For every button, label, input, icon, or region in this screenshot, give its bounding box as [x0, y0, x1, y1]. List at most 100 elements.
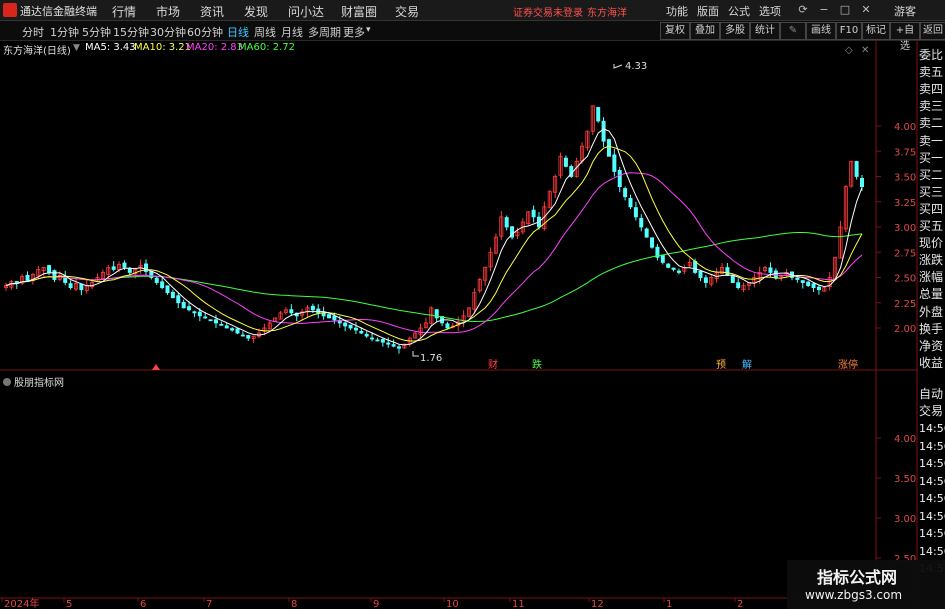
side-panel-label: 买五	[919, 219, 944, 233]
y-axis-sub: 4.003.503.002.50	[876, 434, 916, 565]
side-panel-label: 买一	[919, 150, 944, 165]
x-tick-label: 8	[291, 599, 297, 609]
side-panel-label: 卖五	[919, 65, 944, 80]
candle-body	[596, 107, 601, 122]
x-tick-label: 2	[737, 599, 743, 609]
indicator-toggle-icon[interactable]	[3, 378, 11, 386]
stock-name-title: 东方海洋	[587, 8, 627, 19]
candle-body	[364, 333, 369, 337]
y-tick-label: 3.00	[894, 223, 916, 234]
close-chart-icon[interactable]: ✕	[861, 45, 869, 56]
event-marker[interactable]: 跌	[532, 358, 542, 371]
side-panel-label: 净资	[919, 338, 944, 353]
tab-daily[interactable]: 日线	[227, 24, 249, 40]
candle-body	[660, 255, 665, 263]
menu-item-wealth[interactable]: 财富圈	[341, 3, 377, 20]
menu-item-news[interactable]: 资讯	[200, 3, 224, 20]
side-panel-label: 卖三	[919, 99, 944, 114]
high-marker-arrow	[613, 64, 623, 69]
candle-body	[504, 217, 509, 228]
dividend-marker-icon[interactable]	[152, 364, 160, 370]
ma5-value: MA5: 3.43	[85, 42, 136, 53]
tab-60min[interactable]: 60分钟	[187, 24, 223, 40]
tab-1min[interactable]: 1分钟	[50, 24, 79, 40]
login-status[interactable]: 证券交易未登录	[513, 4, 583, 19]
tab-monthly[interactable]: 月线	[281, 24, 303, 40]
candle-body	[854, 161, 859, 177]
menu-item-formula[interactable]: 公式	[728, 3, 750, 19]
candle-body	[730, 275, 735, 283]
multi-stock-button[interactable]: 多股	[720, 22, 750, 40]
tab-multi-period[interactable]: 多周期	[308, 24, 341, 40]
tab-30min[interactable]: 30分钟	[150, 24, 186, 40]
tab-intraday[interactable]: 分时	[22, 24, 44, 40]
side-panel-label[interactable]: 自动	[919, 385, 943, 402]
menu-item-quotes[interactable]: 行情	[112, 3, 136, 20]
menu-item-functions[interactable]: 功能	[666, 3, 688, 19]
candle-body	[795, 277, 800, 280]
event-marker[interactable]: 预	[716, 359, 726, 371]
menu-item-discover[interactable]: 发现	[244, 3, 268, 20]
draw-lines-button[interactable]: 画线	[806, 22, 836, 40]
candle-body	[445, 323, 450, 329]
guest-user[interactable]: 游客	[894, 3, 916, 19]
period-toolbar: 分时 1分钟 5分钟 15分钟 30分钟 60分钟 日线 周线 月线 多周期 更…	[0, 21, 945, 52]
overlay-button[interactable]: 叠加	[690, 22, 720, 40]
minimize-icon[interactable]: −	[817, 3, 831, 17]
menu-item-layout[interactable]: 版面	[697, 3, 719, 19]
y-tick-label: 2.50	[894, 274, 916, 285]
tab-15min[interactable]: 15分钟	[113, 24, 149, 40]
candle-body	[111, 266, 116, 270]
side-panel-label[interactable]: 交易	[919, 402, 943, 419]
menu-item-market[interactable]: 市场	[156, 3, 180, 20]
statistics-button[interactable]: 统计	[750, 22, 780, 40]
tab-weekly[interactable]: 周线	[254, 24, 276, 40]
ma10-line	[5, 145, 863, 342]
tab-more[interactable]: 更多	[343, 24, 365, 40]
candle-body	[617, 170, 622, 187]
candle-body	[650, 237, 655, 248]
event-marker[interactable]: 解	[742, 358, 752, 371]
event-marker[interactable]: 财	[488, 358, 498, 371]
candle-body	[768, 267, 773, 273]
event-marker[interactable]: 涨停	[838, 358, 858, 371]
ma5-line	[5, 128, 863, 346]
candle-body	[397, 346, 402, 349]
add-favorite-button[interactable]: +自选	[890, 22, 920, 52]
candle-body	[127, 267, 132, 273]
candle-body	[316, 308, 321, 314]
chevron-down-icon[interactable]: ▼	[73, 43, 80, 53]
candle-body	[213, 319, 218, 324]
mark-button[interactable]: 标记	[862, 22, 890, 40]
x-tick-label: 12	[591, 599, 604, 609]
trade-time: 14:56	[919, 544, 945, 558]
candle-body	[601, 120, 606, 142]
close-icon[interactable]: ✕	[859, 3, 873, 17]
maximize-icon[interactable]: □	[838, 3, 852, 17]
refresh-icon[interactable]: ⟳	[796, 3, 810, 17]
candle-body	[230, 328, 235, 331]
candle-body	[208, 319, 213, 322]
side-panel-label: 收益	[919, 355, 944, 370]
y-tick-label: 3.50	[894, 173, 916, 184]
side-panel-label: 买四	[919, 201, 944, 216]
y-tick-label: 3.00	[894, 514, 916, 525]
draw-tool-icon[interactable]: ✎	[780, 22, 806, 40]
f10-button[interactable]: F10	[836, 22, 862, 40]
candle-body	[181, 301, 186, 309]
candle-body	[563, 157, 568, 167]
chevron-down-icon[interactable]: ▾	[366, 25, 371, 35]
settings-icon[interactable]: ◇	[845, 45, 853, 56]
stock-chart[interactable]: 4.00 3.75 3.50 3.25 3.00 2.75 2.50 2.25 2.00 4.0…	[0, 40, 918, 609]
candle-body	[773, 270, 778, 278]
tab-5min[interactable]: 5分钟	[82, 24, 111, 40]
candle-body	[375, 339, 380, 342]
candle-body	[676, 270, 681, 273]
candle-body	[165, 285, 170, 294]
back-button[interactable]: 返回	[920, 22, 945, 40]
app-logo-icon	[3, 3, 17, 17]
menu-item-options[interactable]: 选项	[759, 3, 781, 19]
menu-item-trade[interactable]: 交易	[395, 3, 419, 20]
restore-rights-button[interactable]: 复权	[660, 22, 690, 40]
menu-item-assistant[interactable]: 问小达	[288, 3, 324, 20]
